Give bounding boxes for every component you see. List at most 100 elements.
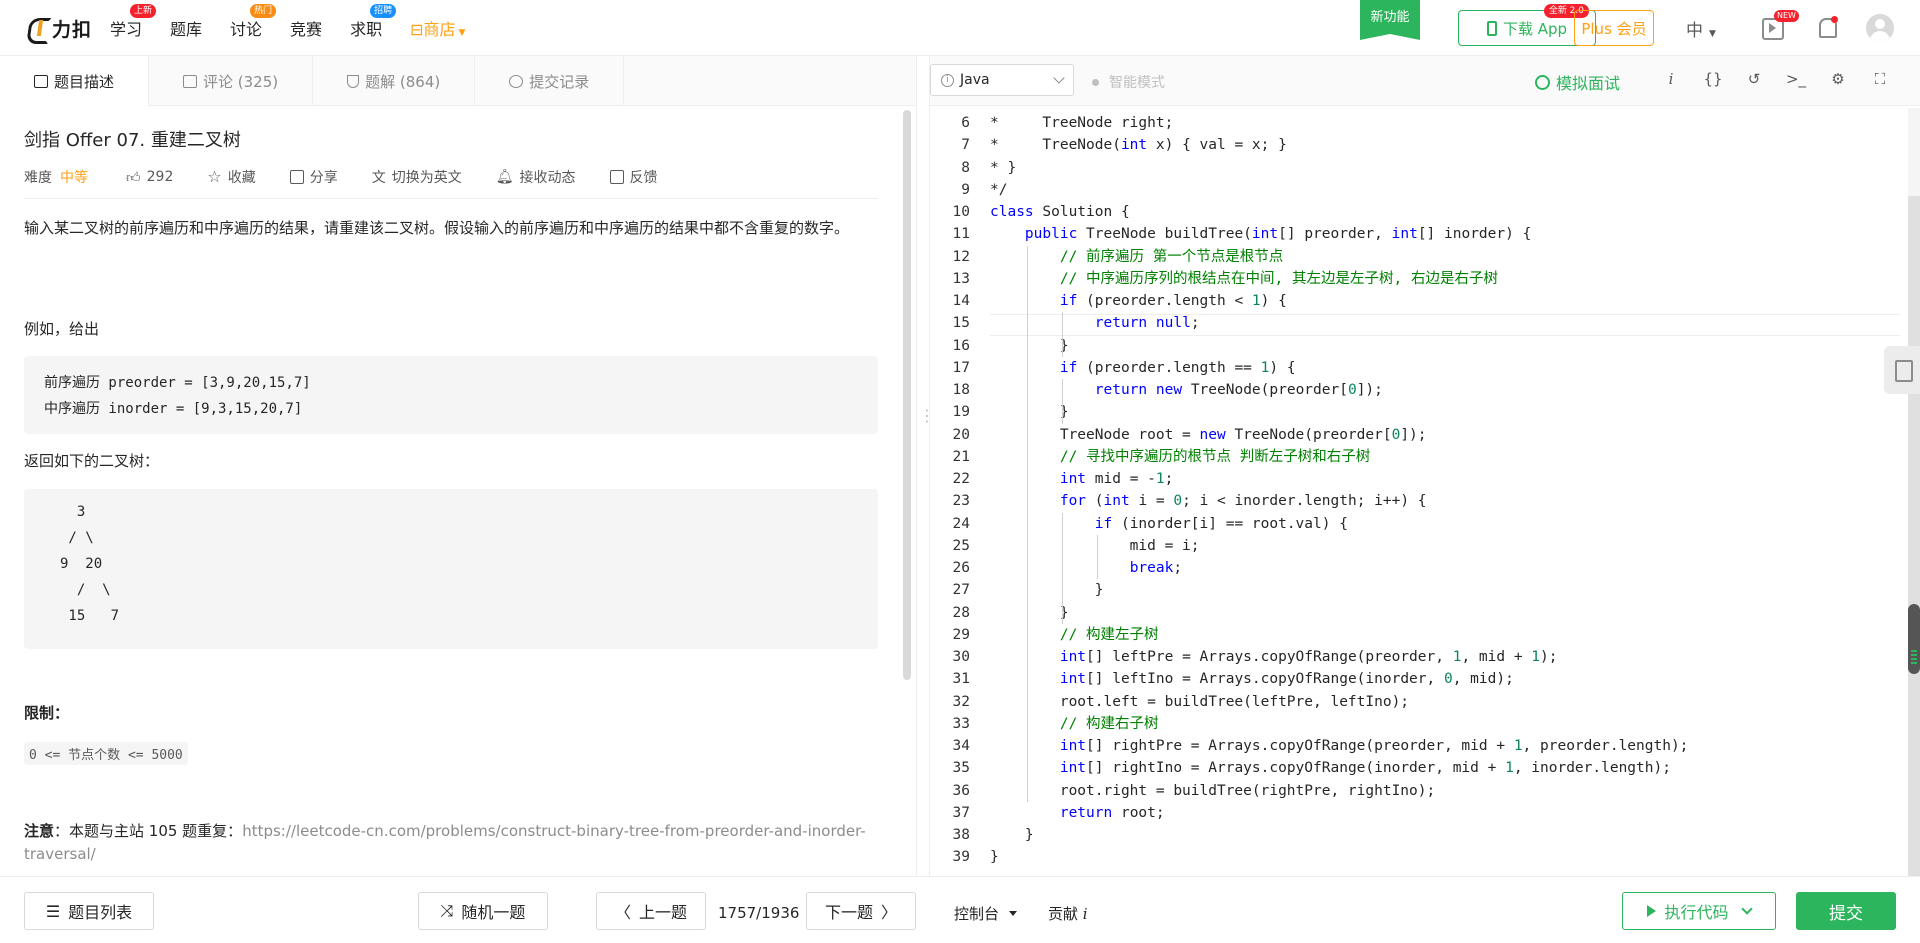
editor-scrollbar-thumb[interactable] bbox=[1908, 196, 1920, 876]
code-line[interactable]: return null; bbox=[990, 312, 1200, 334]
console-toggle[interactable]: 控制台 bbox=[954, 903, 1018, 924]
plus-member-button[interactable]: Plus 会员 bbox=[1574, 10, 1654, 46]
code-line[interactable]: return new TreeNode(preorder[0]); bbox=[990, 379, 1383, 401]
code-line[interactable]: // 构建右子树 bbox=[990, 713, 1159, 735]
language-selector[interactable]: 中 ▼ bbox=[1686, 16, 1716, 41]
bell-icon[interactable] bbox=[1814, 15, 1840, 41]
line-number: 18 bbox=[952, 382, 970, 398]
code-line[interactable]: int[] leftPre = Arrays.copyOfRange(preor… bbox=[990, 646, 1558, 668]
panel-splitter[interactable] bbox=[916, 56, 935, 876]
indent-guide bbox=[1061, 512, 1063, 624]
share-button[interactable]: 分享 bbox=[289, 167, 338, 187]
code-line[interactable]: } bbox=[990, 824, 1034, 846]
problem-scrollbar[interactable] bbox=[903, 110, 911, 680]
tab-comments[interactable]: 评论 (325) bbox=[149, 56, 314, 106]
braces-icon[interactable]: {} bbox=[1702, 70, 1724, 88]
brand-name: 力扣 bbox=[52, 18, 93, 41]
smart-mode-toggle[interactable]: 智能模式 bbox=[1092, 72, 1165, 92]
line-number-gutter: 6 7 8 9 10 11 12 13 14 15 16 17 18 19 20 21 22 23 24 25 26 27… bbox=[930, 106, 996, 876]
feedback-button[interactable]: 反馈 bbox=[609, 167, 658, 187]
next-problem-button[interactable]: 下一题〉 bbox=[806, 892, 916, 930]
code-line[interactable]: // 构建左子树 bbox=[990, 624, 1159, 646]
run-code-button[interactable]: 执行代码 bbox=[1622, 892, 1776, 930]
switch-language-button[interactable]: 文切换为英文 bbox=[372, 167, 462, 187]
code-line[interactable]: TreeNode root = new TreeNode(preorder[0]… bbox=[990, 424, 1427, 446]
code-line[interactable]: root.left = buildTree(leftPre, leftIno); bbox=[990, 691, 1409, 713]
tab-description[interactable]: 题目描述 bbox=[0, 56, 150, 106]
problem-list-button[interactable]: ☰ 题目列表 bbox=[24, 892, 154, 930]
code-line[interactable]: int mid = -1; bbox=[990, 468, 1174, 490]
code-line[interactable]: int[] rightPre = Arrays.copyOfRange(preo… bbox=[990, 735, 1689, 757]
code-line[interactable]: // 寻找中序遍历的根节点 判断左子树和右子树 bbox=[990, 446, 1370, 468]
editor-toolbar: i Java 智能模式 模拟面试 i {} ↺ >_ ⚙ ⛶ bbox=[930, 56, 1920, 106]
code-line[interactable]: // 前序遍历 第一个节点是根节点 bbox=[990, 246, 1283, 268]
language-picker[interactable]: i Java bbox=[930, 64, 1074, 96]
code-line[interactable]: } bbox=[990, 602, 1069, 624]
line-number: 23 bbox=[952, 493, 970, 510]
favorite-button[interactable]: ☆ 收藏 bbox=[207, 167, 255, 187]
code-editor[interactable]: 6 7 8 9 10 11 12 13 14 15 16 17 18 19 20 21 22 23 24 25 26 27… bbox=[930, 106, 1920, 876]
notify-button[interactable]: 🔔︎ 接收动态 bbox=[496, 167, 576, 187]
code-line[interactable]: } bbox=[990, 335, 1069, 357]
code-line[interactable]: break; bbox=[990, 557, 1182, 579]
code-line[interactable]: public TreeNode buildTree(int[] preorder… bbox=[990, 223, 1531, 245]
code-line: 中序遍历 inorder = [9,3,15,20,7] bbox=[44, 401, 303, 417]
code-line[interactable]: * TreeNode right; bbox=[990, 112, 1173, 134]
code-line[interactable]: */ bbox=[990, 179, 1007, 201]
code-line[interactable]: return root; bbox=[990, 802, 1165, 824]
like-button[interactable]: 👍︎ 292 bbox=[126, 169, 173, 186]
nav-item-contest[interactable]: 竞赛 bbox=[290, 16, 322, 40]
code-line: 前序遍历 preorder = [3,9,20,15,7] bbox=[44, 375, 311, 391]
code-line[interactable]: // 中序遍历序列的根结点在中间, 其左边是左子树, 右边是右子树 bbox=[990, 268, 1498, 290]
code-line[interactable]: root.right = buildTree(rightPre, rightIn… bbox=[990, 780, 1435, 802]
code-line[interactable]: } bbox=[990, 401, 1069, 423]
code-line[interactable]: int[] rightIno = Arrays.copyOfRange(inor… bbox=[990, 757, 1671, 779]
code-line[interactable]: * TreeNode(int x) { val = x; } bbox=[990, 134, 1287, 156]
reset-icon[interactable]: ↺ bbox=[1743, 70, 1765, 88]
code-line[interactable]: class Solution { bbox=[990, 201, 1130, 223]
nav-item-jobs[interactable]: 求职 招聘 bbox=[350, 4, 397, 40]
avatar[interactable] bbox=[1866, 14, 1894, 42]
code-line[interactable]: if (preorder.length == 1) { bbox=[990, 357, 1296, 379]
mock-interview-button[interactable]: 模拟面试 bbox=[1535, 70, 1620, 94]
playground-icon[interactable]: NEW bbox=[1760, 10, 1799, 41]
minimap-handle[interactable] bbox=[1908, 604, 1920, 674]
line-number: 20 bbox=[952, 426, 970, 443]
new-feature-ribbon[interactable]: 新功能 bbox=[1360, 0, 1420, 40]
code-line[interactable]: mid = i; bbox=[990, 535, 1200, 557]
submit-button[interactable]: 提交 bbox=[1796, 892, 1896, 930]
phone-icon bbox=[1486, 20, 1497, 36]
comment-icon bbox=[183, 74, 198, 88]
divider bbox=[24, 198, 878, 199]
code-line[interactable]: int[] leftIno = Arrays.copyOfRange(inord… bbox=[990, 668, 1514, 690]
tab-submissions[interactable]: 提交记录 bbox=[475, 56, 625, 106]
settings-icon[interactable]: ⚙ bbox=[1827, 70, 1849, 88]
code-line[interactable]: if (inorder[i] == root.val) { bbox=[990, 513, 1348, 535]
nav-item-learn[interactable]: 学习 上新 bbox=[110, 4, 157, 40]
code-line[interactable]: * } bbox=[990, 157, 1016, 179]
prev-problem-button[interactable]: 〈上一题 bbox=[596, 892, 706, 930]
info-icon[interactable]: i bbox=[1660, 70, 1682, 88]
nav-item-problems[interactable]: 题库 bbox=[170, 16, 202, 40]
share-icon bbox=[289, 170, 304, 184]
code-line[interactable]: } bbox=[990, 846, 999, 868]
code-line[interactable]: if (preorder.length < 1) { bbox=[990, 290, 1287, 312]
tab-solutions[interactable]: 题解 (864) bbox=[313, 56, 476, 106]
document-icon bbox=[34, 74, 48, 88]
random-problem-button[interactable]: ⤨ 随机一题 bbox=[418, 892, 548, 930]
nav-item-store[interactable]: ⊟商店 ▼ bbox=[410, 16, 465, 40]
nav-item-discuss[interactable]: 讨论 热门 bbox=[230, 4, 277, 40]
shuffle-icon: ⤨ bbox=[440, 901, 454, 920]
line-number: 7 bbox=[961, 137, 970, 154]
logo[interactable]: 力扣 bbox=[26, 14, 92, 42]
code-line[interactable]: for (int i = 0; i < inorder.length; i++)… bbox=[990, 490, 1427, 512]
play-icon bbox=[1647, 905, 1657, 917]
fullscreen-icon[interactable]: ⛶ bbox=[1869, 70, 1891, 88]
line-number: 16 bbox=[952, 337, 970, 354]
terminal-icon[interactable]: >_ bbox=[1785, 70, 1807, 88]
code-line[interactable]: } bbox=[990, 579, 1104, 601]
notes-side-tab[interactable] bbox=[1884, 346, 1920, 394]
store-icon: ⊟ bbox=[410, 20, 424, 39]
line-number: 33 bbox=[952, 715, 970, 732]
contribute-button[interactable]: 贡献 i bbox=[1048, 903, 1088, 924]
